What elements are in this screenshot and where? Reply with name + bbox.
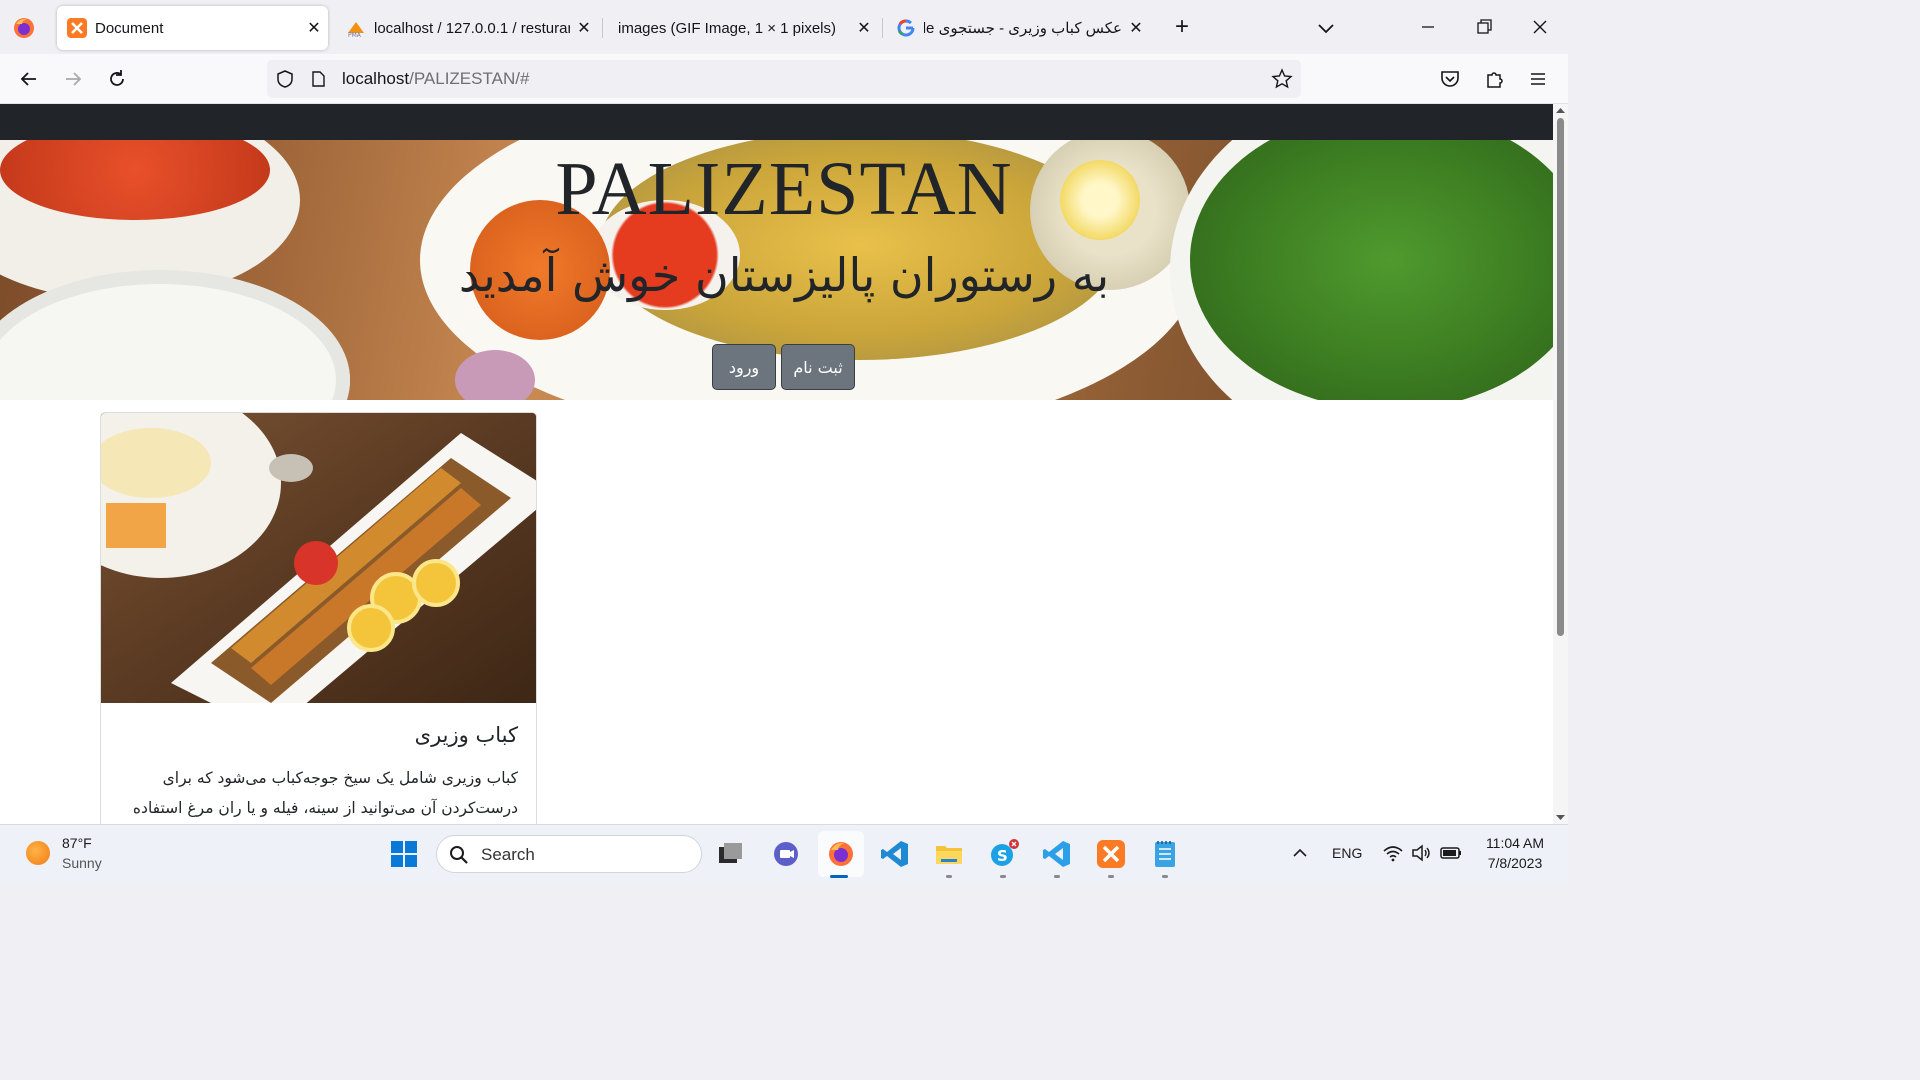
hero-subtitle: به رستوران پالیزستان خوش آمدید bbox=[458, 248, 1110, 302]
google-icon bbox=[897, 19, 915, 37]
input-language[interactable]: ENG bbox=[1332, 845, 1362, 861]
wifi-icon[interactable] bbox=[1382, 842, 1404, 864]
search-icon bbox=[450, 846, 468, 864]
tab-google-search[interactable]: عکس کباب وزیری - جستجوی Google ✕ bbox=[886, 6, 1150, 50]
scrollbar-thumb[interactable] bbox=[1557, 118, 1564, 636]
task-view-icon[interactable] bbox=[715, 838, 747, 870]
url-bar[interactable]: localhost/PALIZESTAN/# bbox=[267, 60, 1301, 98]
card-title: کباب وزیری bbox=[414, 723, 518, 747]
weather-condition[interactable]: Sunny bbox=[62, 855, 102, 871]
vscode-second-icon[interactable] bbox=[1041, 838, 1073, 870]
tab-label: Document bbox=[95, 19, 164, 37]
running-indicator bbox=[946, 875, 952, 878]
new-tab-button[interactable]: + bbox=[1168, 14, 1196, 42]
tab-close-button[interactable]: ✕ bbox=[300, 18, 328, 38]
tab-close-button[interactable]: ✕ bbox=[1122, 18, 1150, 38]
running-indicator bbox=[1000, 875, 1006, 878]
hero-title: PALIZESTAN bbox=[555, 147, 1013, 231]
search-placeholder: Search bbox=[481, 845, 535, 864]
tab-close-button[interactable]: ✕ bbox=[570, 18, 598, 38]
notepad-icon[interactable] bbox=[1149, 838, 1181, 870]
forward-arrow-icon[interactable] bbox=[58, 64, 88, 94]
firefox-view-icon[interactable] bbox=[10, 14, 38, 42]
register-button[interactable]: ثبت نام bbox=[781, 344, 855, 390]
scroll-down-arrow-icon[interactable] bbox=[1556, 813, 1565, 822]
battery-icon[interactable] bbox=[1440, 842, 1462, 864]
windows-start-icon[interactable] bbox=[388, 838, 420, 870]
tab-label: localhost / 127.0.0.1 / resturant bbox=[374, 19, 570, 37]
tab-document[interactable]: Document ✕ bbox=[57, 6, 328, 50]
extensions-puzzle-icon[interactable] bbox=[1480, 64, 1510, 94]
tab-images-gif[interactable]: images (GIF Image, 1 × 1 pixels) ✕ bbox=[608, 6, 878, 50]
teams-chat-icon[interactable] bbox=[770, 838, 802, 870]
running-indicator bbox=[1054, 875, 1060, 878]
web-page: PALIZESTAN به رستوران پالیزستان خوش آمدی… bbox=[0, 104, 1553, 824]
reload-icon[interactable] bbox=[102, 64, 132, 94]
xampp-icon bbox=[67, 18, 87, 38]
clock-date[interactable]: 7/8/2023 bbox=[1470, 855, 1560, 871]
svg-text:PMA: PMA bbox=[348, 32, 362, 38]
tab-close-button[interactable]: ✕ bbox=[850, 18, 878, 38]
firefox-taskbar-icon[interactable] bbox=[825, 838, 857, 870]
card-description: کباب وزیری شامل یک سیخ جوجه‌کباب می‌شود … bbox=[132, 769, 518, 817]
hamburger-menu-icon[interactable] bbox=[1523, 64, 1553, 94]
back-arrow-icon[interactable] bbox=[14, 64, 44, 94]
active-app-indicator bbox=[830, 875, 848, 878]
sun-icon[interactable] bbox=[26, 841, 50, 865]
tab-separator bbox=[882, 18, 883, 38]
restore-icon[interactable] bbox=[1469, 12, 1499, 42]
running-indicator bbox=[1108, 875, 1114, 878]
kabab-vaziri-image bbox=[101, 413, 536, 703]
xampp-taskbar-icon[interactable] bbox=[1095, 838, 1127, 870]
login-button[interactable]: ورود bbox=[712, 344, 776, 390]
pocket-icon[interactable] bbox=[1435, 64, 1465, 94]
vscode-icon[interactable] bbox=[879, 838, 911, 870]
hero-banner: PALIZESTAN به رستوران پالیزستان خوش آمدی… bbox=[0, 140, 1553, 400]
tab-label: عکس کباب وزیری - جستجوی Google bbox=[924, 20, 1122, 37]
page-info-icon[interactable] bbox=[309, 70, 327, 88]
list-all-tabs-icon[interactable] bbox=[1312, 14, 1340, 42]
url-text[interactable]: localhost/PALIZESTAN/# bbox=[342, 69, 529, 89]
top-navbar bbox=[0, 104, 1553, 140]
weather-temperature[interactable]: 87°F bbox=[62, 835, 92, 851]
close-window-icon[interactable] bbox=[1525, 12, 1555, 42]
bookmark-star-icon[interactable] bbox=[1271, 68, 1293, 90]
chevron-up-icon[interactable] bbox=[1289, 842, 1311, 864]
file-explorer-icon[interactable] bbox=[933, 838, 965, 870]
tab-separator bbox=[602, 18, 603, 38]
tab-phpmyadmin[interactable]: PMA localhost / 127.0.0.1 / resturant ✕ bbox=[336, 6, 598, 50]
tracking-protection-shield-icon[interactable] bbox=[275, 69, 295, 89]
taskbar-search-box[interactable]: Search bbox=[436, 835, 702, 873]
vertical-scrollbar[interactable] bbox=[1553, 104, 1568, 824]
tab-label: images (GIF Image, 1 × 1 pixels) bbox=[618, 19, 836, 37]
scroll-up-arrow-icon[interactable] bbox=[1556, 106, 1565, 115]
minimize-icon[interactable] bbox=[1413, 12, 1443, 42]
svg-text:S: S bbox=[997, 847, 1008, 865]
url-host: localhost bbox=[342, 69, 410, 88]
volume-icon[interactable] bbox=[1410, 842, 1432, 864]
windows-taskbar: 87°F Sunny Search S ENG 11:04 AM 7/8/202… bbox=[0, 824, 1568, 882]
navigation-toolbar: localhost/PALIZESTAN/# bbox=[0, 54, 1568, 104]
running-indicator bbox=[1162, 875, 1168, 878]
food-card[interactable]: کباب وزیری کباب وزیری شامل یک سیخ جوجه‌ک… bbox=[100, 412, 537, 824]
clock-time[interactable]: 11:04 AM bbox=[1470, 835, 1560, 851]
skype-icon[interactable]: S bbox=[987, 838, 1019, 870]
url-path: /PALIZESTAN/# bbox=[409, 69, 530, 88]
phpmyadmin-icon: PMA bbox=[348, 22, 364, 38]
tab-strip: Document ✕ PMA localhost / 127.0.0.1 / r… bbox=[0, 0, 1568, 54]
